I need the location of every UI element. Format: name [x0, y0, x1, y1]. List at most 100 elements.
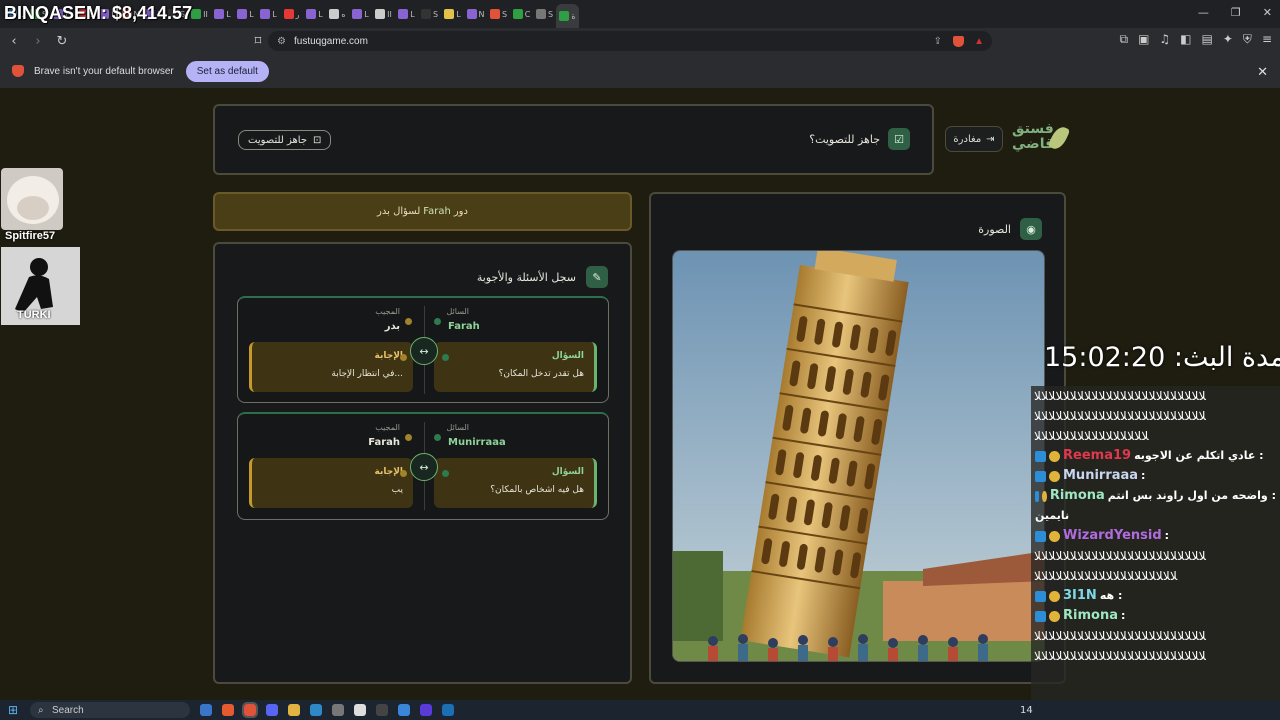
app4-icon[interactable] [420, 704, 432, 716]
screenshot-icon[interactable]: ▣ [1138, 32, 1149, 47]
browser-tab[interactable]: L [234, 4, 257, 24]
webcam-1 [1, 168, 63, 230]
browser-tab[interactable]: S [487, 4, 510, 24]
tab-label: L [364, 9, 369, 19]
turn-prefix: دور [453, 206, 468, 217]
leave-button[interactable]: مغادرة ⇥ [945, 126, 1003, 152]
ready-to-vote-button[interactable]: جاهز للتصويت ⊡ [238, 130, 332, 150]
leo-icon[interactable]: ✦ [1223, 32, 1233, 47]
browser-tab[interactable]: N [464, 4, 487, 24]
tab-favicon-icon [191, 9, 202, 19]
tab-favicon-icon [237, 9, 248, 19]
tab-label: S [501, 9, 508, 19]
eye-icon[interactable]: ◉ [1020, 218, 1042, 240]
browser-tab[interactable]: C [510, 4, 533, 24]
browser-tab[interactable]: S [533, 4, 556, 24]
webcam-1-name: Spitfire57 [5, 230, 56, 242]
set-default-button[interactable]: Set as default [185, 60, 269, 82]
question-label: السؤال [551, 467, 584, 477]
browser-tab[interactable]: L [441, 4, 464, 24]
taskbar-search[interactable]: ⌕ Search [30, 702, 190, 718]
maximize-icon[interactable]: ❐ [1231, 6, 1241, 19]
chat-spam-line: ﻼﻼﻼﻼﻼﻼﻼﻼﻼﻼﻼﻼﻼﻼﻼﻼﻼﻼﻼﻼ [1034, 569, 1178, 583]
menu-icon[interactable]: ≡ [1262, 32, 1272, 47]
vpn-icon[interactable]: ⛨ [1243, 32, 1252, 47]
browser-tab[interactable]: II [372, 4, 395, 24]
close-window-icon[interactable]: ✕ [1263, 6, 1272, 19]
chat-overlay: ﻼﻼﻼﻼﻼﻼﻼﻼﻼﻼﻼﻼﻼﻼﻼﻼﻼﻼﻼﻼﻼﻼﻼﻼ ﻼﻼﻼﻼﻼﻼﻼﻼﻼﻼﻼﻼﻼﻼﻼﻼ… [1031, 386, 1280, 700]
browser-tab[interactable]: S [418, 4, 441, 24]
brave-rewards-icon[interactable]: ▲ [974, 36, 984, 47]
back-icon[interactable]: ‹ [4, 34, 24, 49]
brave-shield-icon[interactable] [953, 35, 964, 47]
url-field[interactable]: ⚙ fustuqgame.com ⇪ ▲ [268, 31, 992, 51]
share-icon[interactable]: ⇪ [934, 36, 942, 47]
app3-icon[interactable] [398, 704, 410, 716]
chat-username: Munirraaa [1063, 468, 1139, 483]
chat-spam-line: ﻼﻼﻼﻼﻼﻼﻼﻼﻼﻼﻼﻼﻼﻼﻼﻼ [1034, 429, 1150, 443]
cat-image [7, 176, 59, 224]
app-icon[interactable] [332, 704, 344, 716]
explorer-icon[interactable] [288, 704, 300, 716]
vscode-icon[interactable] [310, 704, 322, 716]
firefox-icon[interactable] [222, 704, 234, 716]
ready-question: جاهز للتصويت؟ ☑ [809, 128, 910, 150]
browser-tab[interactable]: ه [326, 4, 349, 24]
copilot-icon[interactable] [200, 704, 212, 716]
tab-favicon-icon [512, 9, 523, 19]
tab-label: L [272, 9, 277, 19]
chat-username: WizardYensid [1063, 528, 1162, 543]
reload-icon[interactable]: ↻ [52, 34, 72, 49]
platform-badge-icon [1035, 610, 1046, 622]
steam-icon[interactable] [442, 704, 454, 716]
tab-favicon-icon [306, 9, 317, 19]
forward-icon[interactable]: › [28, 34, 48, 49]
chat-message: Rimona واضحه من اول راوند بس انتم : [1031, 486, 1280, 506]
brave-taskbar-icon[interactable] [242, 702, 258, 718]
search-icon: ⌕ [38, 704, 44, 716]
media-icon[interactable]: ♫ [1159, 32, 1170, 47]
tray-text: 14 [1020, 704, 1033, 716]
chat-text: هه : [1099, 589, 1123, 602]
ballot-icon: ☑ [888, 128, 910, 150]
windows-taskbar: ⊞ ⌕ Search 14 [0, 700, 1280, 720]
answerer-role: المجيب [375, 423, 400, 432]
sub-badge-icon [1049, 530, 1060, 542]
browser-tab[interactable]: ة [556, 4, 579, 28]
discord-icon[interactable] [266, 704, 278, 716]
browser-tab[interactable]: L [211, 4, 234, 24]
platform-badge-icon [1035, 490, 1040, 502]
tab-label: ة [571, 11, 576, 21]
bookmark-icon[interactable]: ⌑ [248, 34, 268, 49]
browser-tab[interactable]: L [303, 4, 326, 24]
app2-icon[interactable] [376, 704, 388, 716]
image-title: الصورة [978, 222, 1011, 236]
tab-favicon-icon [535, 9, 546, 19]
site-info-icon[interactable]: ⚙ [277, 36, 286, 47]
answer-box: الإجابة يب [249, 458, 413, 508]
chat-spam-line: ﻼﻼﻼﻼﻼﻼﻼﻼﻼﻼﻼﻼﻼﻼﻼﻼﻼﻼﻼﻼﻼﻼﻼﻼ [1034, 649, 1207, 663]
platform-badge-icon [1035, 470, 1046, 482]
minimize-icon[interactable]: — [1198, 6, 1209, 19]
tab-label: N [478, 9, 485, 19]
chat-message: Munirraaa : [1031, 466, 1280, 486]
wallet-icon[interactable]: ▤ [1202, 32, 1213, 47]
tab-favicon-icon [214, 9, 225, 19]
obs-icon[interactable] [354, 704, 366, 716]
windows-start-icon[interactable]: ⊞ [8, 703, 18, 717]
answer-text: في انتظار الإجابة... [331, 369, 403, 379]
browser-tab[interactable]: L [395, 4, 418, 24]
swap-arrows-icon: ↔ [410, 337, 438, 365]
browser-tab[interactable]: L [257, 4, 280, 24]
browser-tab[interactable]: ر [280, 4, 303, 24]
qa-log-panel: سجل الأسئلة والأجوبة ✎ السائل Farah المج… [213, 242, 632, 684]
tab-label: L [226, 9, 231, 19]
close-infobar-icon[interactable]: ✕ [1257, 64, 1268, 80]
sub-badge-icon [1049, 450, 1060, 462]
extensions-icon[interactable]: ⧉ [1119, 32, 1128, 47]
chat-message: Rimona : [1031, 606, 1280, 626]
chat-text: عادي اتكلم عن الاجوبه : [1134, 449, 1264, 462]
browser-tab[interactable]: L [349, 4, 372, 24]
tab-label: ر [295, 9, 300, 19]
sidebar-icon[interactable]: ◧ [1180, 32, 1191, 47]
